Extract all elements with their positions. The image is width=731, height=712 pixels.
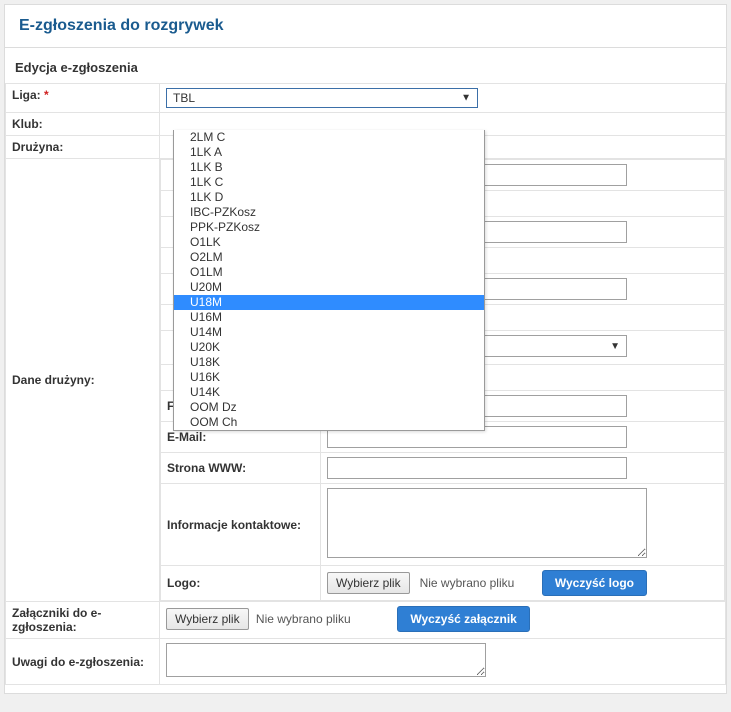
attachment-file-button[interactable]: Wybierz plik [166,608,249,630]
page-title: E-zgłoszenia do rozgrywek [19,17,712,35]
chevron-down-icon: ▼ [461,93,471,104]
liga-option[interactable]: U16K [174,370,484,385]
logo-file-button[interactable]: Wybierz plik [327,572,410,594]
label-druzyna: Drużyna: [6,136,160,159]
liga-option[interactable]: 2LM C [174,130,484,145]
uwagi-textarea[interactable] [166,643,486,677]
liga-dropdown-panel: 2LM C1LK A1LK B1LK C1LK DIBC-PZKoszPPK-P… [173,130,485,431]
required-marker: * [44,88,49,102]
liga-option[interactable]: U16M [174,310,484,325]
liga-option[interactable]: 1LK D [174,190,484,205]
liga-select[interactable]: TBL ▼ [166,88,478,108]
www-input[interactable] [327,457,627,479]
label-www: Strona WWW: [161,453,321,484]
label-zalaczniki: Załączniki do e-zgłoszenia: [6,602,160,639]
label-liga: Liga: * [6,84,160,113]
liga-option[interactable]: PPK-PZKosz [174,220,484,235]
chevron-down-icon: ▼ [610,341,620,352]
label-uwagi: Uwagi do e-zgłoszenia: [6,639,160,685]
liga-option[interactable]: U20M [174,280,484,295]
page-header: E-zgłoszenia do rozgrywek [5,5,726,48]
liga-select-value: TBL [173,91,195,105]
liga-option[interactable]: OOM Ch [174,415,484,430]
clear-logo-button[interactable]: Wyczyść logo [542,570,647,596]
label-dane-druzyny: Dane drużyny: [6,159,160,602]
info-kontakt-textarea[interactable] [327,488,647,558]
liga-option[interactable]: U20K [174,340,484,355]
liga-option[interactable]: U14K [174,385,484,400]
liga-option[interactable]: IBC-PZKosz [174,205,484,220]
clear-attachment-button[interactable]: Wyczyść załącznik [397,606,530,632]
page-subtitle: Edycja e-zgłoszenia [5,48,726,83]
liga-option[interactable]: 1LK C [174,175,484,190]
liga-option[interactable]: U18M [174,295,484,310]
liga-option[interactable]: U18K [174,355,484,370]
attachment-file-status: Nie wybrano pliku [256,612,351,626]
liga-option[interactable]: U14M [174,325,484,340]
label-info-kontakt: Informacje kontaktowe: [161,484,321,566]
liga-dropdown-list[interactable]: 2LM C1LK A1LK B1LK C1LK DIBC-PZKoszPPK-P… [174,130,484,430]
liga-option[interactable]: O1LK [174,235,484,250]
label-logo: Logo: [161,566,321,601]
liga-option[interactable]: OOM Dz [174,400,484,415]
logo-file-status: Nie wybrano pliku [420,576,515,590]
liga-option[interactable]: O1LM [174,265,484,280]
label-klub: Klub: [6,113,160,136]
liga-option[interactable]: 1LK A [174,145,484,160]
liga-option[interactable]: O2LM [174,250,484,265]
liga-option[interactable]: 1LK B [174,160,484,175]
